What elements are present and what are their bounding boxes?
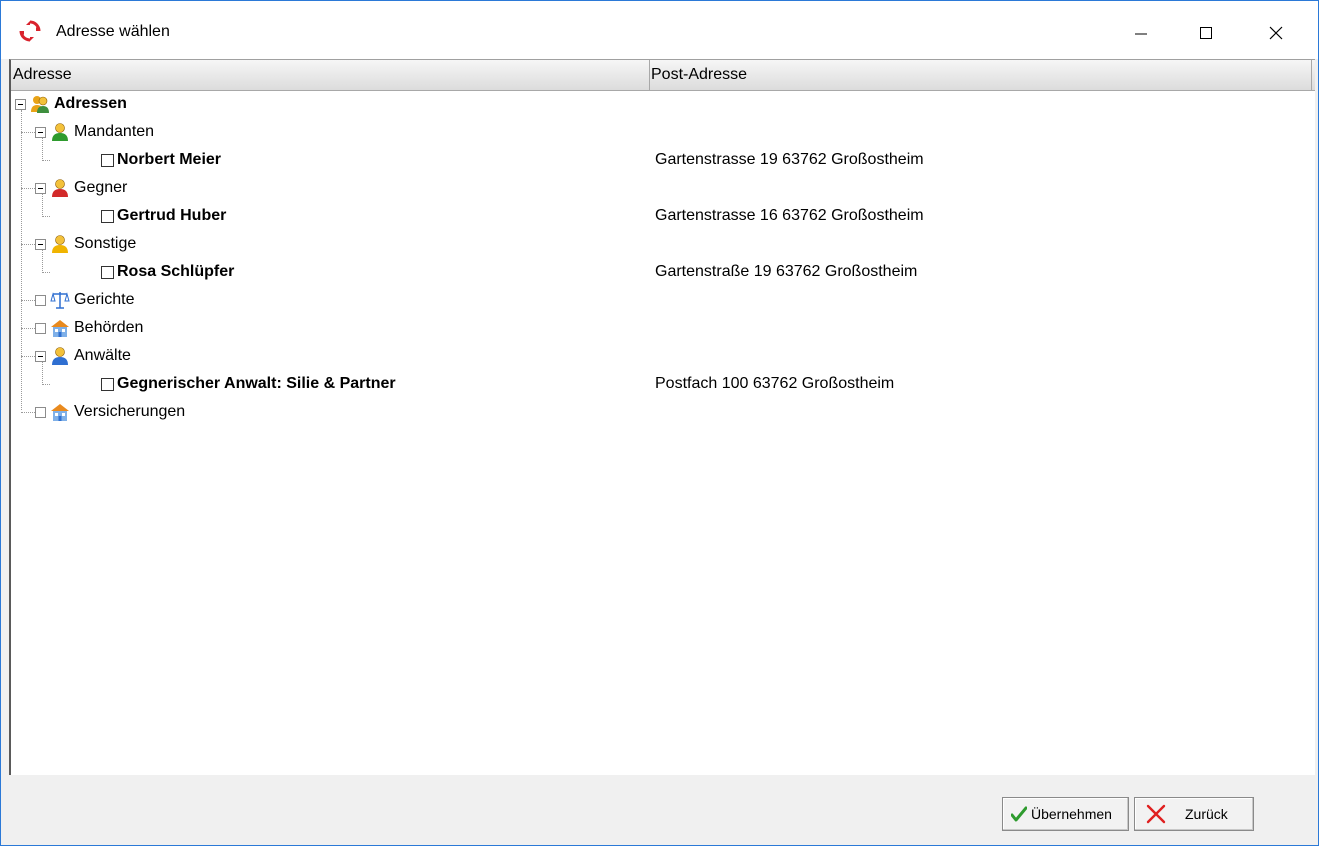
tree-row-gertrud-huber[interactable]: Gertrud Huber Gartenstrasse 16 63762 Gro… (11, 202, 1315, 230)
dialog-window: Adresse wählen Adresse Post-Adresse Adre… (0, 0, 1319, 846)
tree-row-gegner[interactable]: Gegner (11, 174, 1315, 202)
people-group-icon (31, 96, 49, 113)
tree-node-box (35, 322, 46, 334)
tree-node-box (35, 406, 46, 418)
select-checkbox[interactable] (101, 153, 114, 167)
collapse-toggle[interactable] (35, 238, 46, 250)
tree-label: Gerichte (74, 291, 135, 308)
tree-label: Adressen (54, 95, 127, 112)
tree-row-behoerden[interactable]: Behörden (11, 314, 1315, 342)
select-checkbox[interactable] (101, 209, 114, 223)
minimize-icon (1135, 33, 1147, 35)
minimize-button[interactable] (1121, 13, 1161, 53)
building-icon (51, 320, 69, 337)
zurueck-button[interactable]: Zurück (1134, 797, 1254, 831)
tree-row-gerichte[interactable]: Gerichte (11, 286, 1315, 314)
address-tree-list[interactable]: Adresse Post-Adresse Adressen Mandanten … (9, 59, 1315, 775)
post-address: Postfach 100 63762 Großostheim (655, 375, 895, 392)
button-bar: Übernehmen Zurück (9, 775, 1313, 845)
tree-label: Gegnerischer Anwalt: Silie & Partner (117, 375, 396, 392)
collapse-toggle[interactable] (35, 350, 46, 362)
post-address: Gartenstraße 19 63762 Großostheim (655, 263, 918, 280)
tree-node-box (35, 294, 46, 306)
tree-label: Mandanten (74, 123, 155, 140)
tree-rows: Adressen Mandanten Norbert Meier Gartens… (11, 90, 1315, 426)
person-blue-icon (52, 347, 68, 365)
collapse-toggle[interactable] (15, 98, 26, 110)
person-green-icon (52, 123, 68, 141)
tree-label: Gegner (74, 179, 128, 196)
window-title: Adresse wählen (56, 23, 170, 40)
cross-icon (1146, 804, 1166, 824)
uebernehmen-button[interactable]: Übernehmen (1002, 797, 1129, 831)
list-header: Adresse Post-Adresse (11, 60, 1315, 91)
column-header-post-adresse[interactable]: Post-Adresse (649, 60, 1312, 90)
tree-row-versicherungen[interactable]: Versicherungen (11, 398, 1315, 426)
select-checkbox[interactable] (101, 377, 114, 391)
post-address: Gartenstrasse 16 63762 Großostheim (655, 207, 924, 224)
person-red-icon (52, 179, 68, 197)
close-button[interactable] (1256, 13, 1296, 53)
tree-label: Norbert Meier (117, 151, 222, 168)
tree-label: Versicherungen (74, 403, 186, 420)
tree-row-norbert-meier[interactable]: Norbert Meier Gartenstrasse 19 63762 Gro… (11, 146, 1315, 174)
tree-row-gegnerischer-anwalt[interactable]: Gegnerischer Anwalt: Silie & Partner Pos… (11, 370, 1315, 398)
maximize-button[interactable] (1186, 13, 1226, 53)
tree-row-adressen[interactable]: Adressen (11, 90, 1315, 118)
tree-label: Behörden (74, 319, 144, 336)
tree-label: Sonstige (74, 235, 137, 252)
maximize-icon (1200, 27, 1212, 39)
title-bar: Adresse wählen (1, 1, 1318, 59)
scales-icon (50, 292, 70, 309)
select-checkbox[interactable] (101, 265, 114, 279)
collapse-toggle[interactable] (35, 126, 46, 138)
tree-row-rosa-schluepfer[interactable]: Rosa Schlüpfer Gartenstraße 19 63762 Gro… (11, 258, 1315, 286)
column-header-adresse[interactable]: Adresse (11, 60, 650, 90)
tree-row-sonstige[interactable]: Sonstige (11, 230, 1315, 258)
tree-label: Gertrud Huber (117, 207, 227, 224)
uebernehmen-label: Übernehmen (1031, 806, 1112, 822)
tree-row-anwaelte[interactable]: Anwälte (11, 342, 1315, 370)
close-icon (1269, 26, 1283, 40)
tree-label: Rosa Schlüpfer (117, 263, 235, 280)
post-address: Gartenstrasse 19 63762 Großostheim (655, 151, 924, 168)
checkmark-icon (1011, 806, 1027, 822)
collapse-toggle[interactable] (35, 182, 46, 194)
building-icon (51, 404, 69, 421)
zurueck-label: Zurück (1185, 806, 1228, 822)
app-logo-icon (19, 20, 41, 42)
person-yellow-icon (52, 235, 68, 253)
tree-row-mandanten[interactable]: Mandanten (11, 118, 1315, 146)
tree-label: Anwälte (74, 347, 131, 364)
